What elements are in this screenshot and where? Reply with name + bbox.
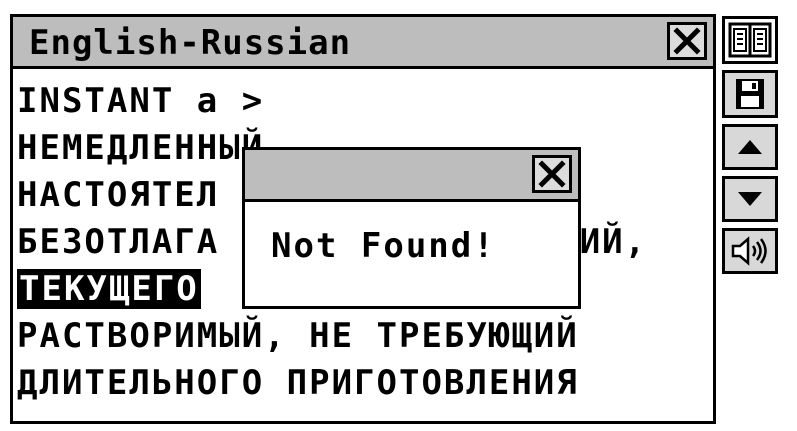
save-button[interactable] [722, 70, 778, 118]
dialog-close-button[interactable] [532, 155, 572, 193]
translation-line-text: БЕЗОТЛАГА [17, 222, 220, 262]
arrow-down-icon [738, 192, 762, 206]
not-found-dialog: Not Found! [242, 147, 581, 309]
highlighted-word[interactable]: ТЕКУЩЕГО [17, 269, 201, 309]
headword-line: INSTANT a > [17, 81, 265, 121]
scroll-up-button[interactable] [722, 124, 778, 170]
close-icon [538, 160, 566, 188]
close-button[interactable] [667, 22, 707, 60]
floppy-disk-icon [736, 79, 764, 109]
book-icon [728, 22, 772, 58]
translation-line: НЕМЕДЛЕННЫЙ [17, 128, 265, 168]
close-icon [673, 27, 701, 55]
scroll-down-button[interactable] [722, 176, 778, 222]
dialog-message: Not Found! [271, 226, 496, 266]
window-title: English-Russian [29, 23, 352, 63]
title-bar: English-Russian [13, 17, 713, 69]
pronounce-button[interactable] [722, 228, 778, 274]
translation-line: ДЛИТЕЛЬНОГО ПРИГОТОВЛЕНИЯ [17, 363, 579, 403]
arrow-up-icon [738, 140, 762, 154]
translation-line: ТЕКУЩЕГО [17, 267, 201, 311]
translation-line: НАСТОЯТЕЛ [17, 175, 220, 215]
translation-line: РАСТВОРИМЫЙ, НЕ ТРЕБУЮЩИЙ [17, 316, 579, 356]
dialog-title-bar [245, 150, 578, 202]
speaker-icon [731, 236, 767, 266]
dictionary-button[interactable] [722, 16, 778, 64]
device-screen: English-Russian INSTANT a > НЕМЕДЛЕННЫЙ … [0, 0, 797, 431]
side-toolbar [722, 16, 778, 426]
